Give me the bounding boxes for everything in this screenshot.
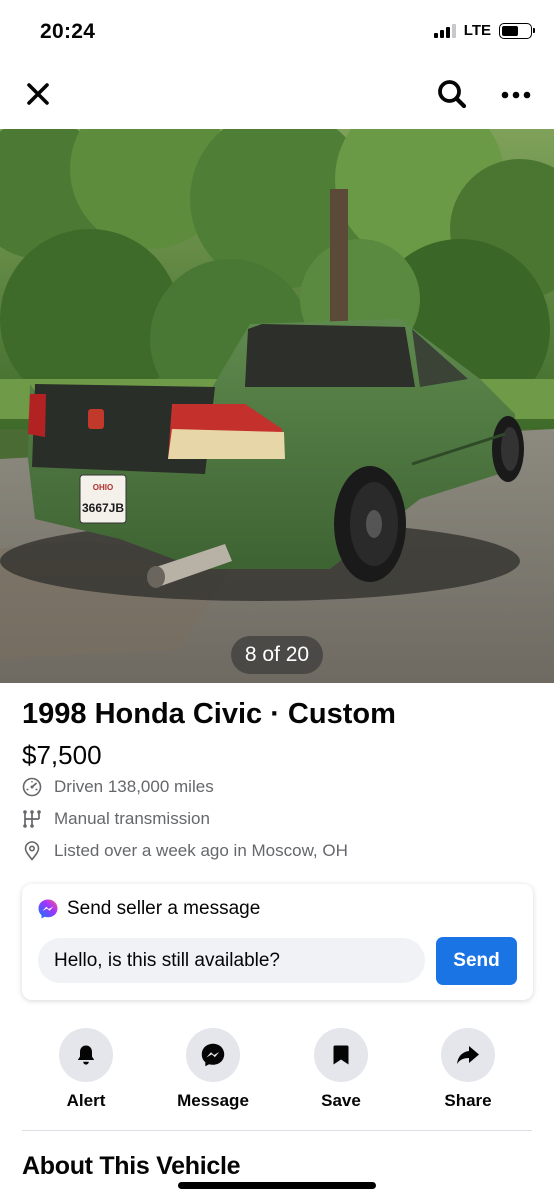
car-photo-image: OHIO 3667JB bbox=[0, 129, 554, 683]
detail-mileage-text: Driven 138,000 miles bbox=[54, 777, 214, 796]
detail-location: Listed over a week ago in Moscow, OH bbox=[22, 839, 348, 863]
search-button[interactable] bbox=[436, 78, 468, 110]
cellular-signal-icon bbox=[433, 23, 456, 38]
send-button[interactable]: Send bbox=[436, 937, 517, 985]
message-button[interactable]: Message bbox=[158, 1028, 268, 1111]
messenger-icon bbox=[201, 1043, 225, 1067]
top-nav-bar bbox=[0, 64, 554, 126]
status-indicators: LTE bbox=[433, 22, 535, 39]
listing-title: 1998 Honda Civic · Custom bbox=[22, 698, 396, 730]
message-card-heading: Send seller a message bbox=[67, 898, 261, 919]
messenger-icon bbox=[38, 899, 58, 919]
search-icon bbox=[438, 80, 467, 109]
listing-price: $7,500 bbox=[22, 740, 102, 770]
gear-shift-icon bbox=[22, 809, 42, 829]
save-button-circle bbox=[314, 1028, 368, 1082]
message-input[interactable] bbox=[38, 938, 425, 983]
listing-photo[interactable]: OHIO 3667JB bbox=[0, 129, 554, 683]
plate-number-text: 3667JB bbox=[82, 501, 124, 515]
close-icon bbox=[27, 83, 49, 105]
more-options-button[interactable] bbox=[498, 80, 534, 108]
save-label: Save bbox=[321, 1091, 361, 1110]
share-label: Share bbox=[444, 1091, 492, 1110]
message-seller-card: Send seller a message Send bbox=[22, 884, 533, 1000]
alert-button[interactable]: Alert bbox=[31, 1028, 141, 1111]
detail-location-text: Listed over a week ago in Moscow, OH bbox=[54, 841, 348, 860]
save-button[interactable]: Save bbox=[286, 1028, 396, 1111]
bookmark-icon bbox=[333, 1045, 349, 1065]
message-button-circle bbox=[186, 1028, 240, 1082]
message-card-header: Send seller a message bbox=[37, 898, 260, 920]
status-time: 20:24 bbox=[40, 20, 96, 43]
about-section-title: About This Vehicle bbox=[22, 1152, 241, 1180]
home-indicator[interactable] bbox=[178, 1182, 376, 1189]
more-horizontal-icon bbox=[501, 91, 531, 99]
network-type: LTE bbox=[463, 22, 491, 39]
location-pin-icon bbox=[22, 841, 42, 861]
odometer-icon bbox=[22, 777, 42, 797]
share-button[interactable]: Share bbox=[413, 1028, 523, 1111]
photo-counter: 8 of 20 bbox=[231, 636, 323, 674]
bell-icon bbox=[77, 1045, 95, 1065]
share-icon bbox=[457, 1046, 479, 1064]
status-bar: 20:24 LTE bbox=[0, 0, 554, 64]
detail-transmission-text: Manual transmission bbox=[54, 809, 210, 828]
alert-button-circle bbox=[59, 1028, 113, 1082]
alert-label: Alert bbox=[66, 1091, 106, 1110]
battery-icon bbox=[499, 22, 535, 39]
close-button[interactable] bbox=[24, 80, 52, 108]
message-label: Message bbox=[177, 1091, 249, 1110]
plate-state-text: OHIO bbox=[93, 483, 113, 492]
detail-transmission: Manual transmission bbox=[22, 807, 210, 831]
section-divider bbox=[22, 1130, 532, 1131]
share-button-circle bbox=[441, 1028, 495, 1082]
detail-mileage: Driven 138,000 miles bbox=[22, 775, 214, 799]
